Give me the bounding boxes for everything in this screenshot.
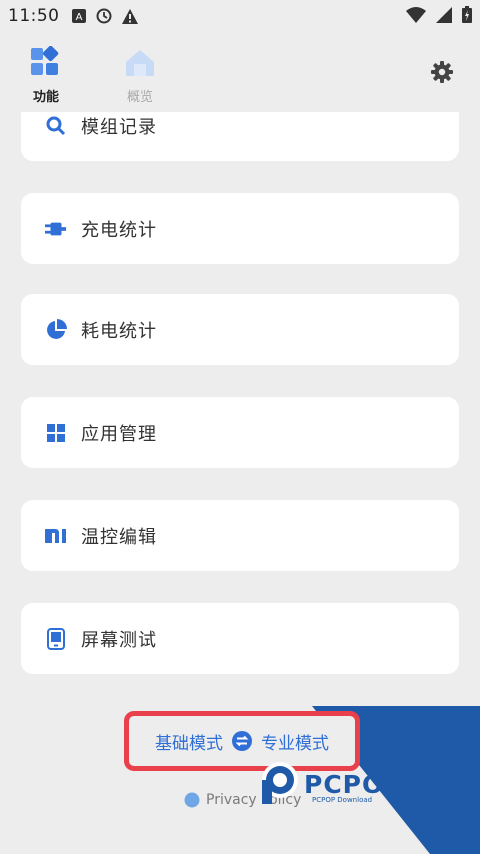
- charger-plug-icon: [45, 218, 67, 240]
- pro-mode-label: 专业模式: [261, 733, 329, 754]
- card-screen-test-label: 屏幕测试: [81, 629, 157, 651]
- card-consumption-stats[interactable]: 耗电统计: [21, 294, 459, 365]
- swap-icon: [232, 731, 252, 751]
- alert-icon: [122, 8, 138, 24]
- battery-icon: [462, 6, 472, 23]
- card-app-management-label: 应用管理: [81, 423, 157, 445]
- settings-gear-icon[interactable]: [430, 60, 454, 84]
- tab-features-label: 功能: [32, 90, 59, 105]
- top-navigation: 功能 概览: [0, 40, 480, 110]
- clock-icon: [96, 8, 112, 24]
- card-thermal-edit[interactable]: 温控编辑: [21, 500, 459, 571]
- features-grid-icon: [31, 45, 59, 75]
- status-bar: 11:50 A: [0, 0, 480, 34]
- tab-overview-label: 概览: [126, 90, 153, 105]
- watermark-p-icon: [262, 762, 298, 804]
- card-charge-stats[interactable]: 充电统计: [21, 193, 459, 264]
- card-screen-test[interactable]: 屏幕测试: [21, 603, 459, 674]
- card-consumption-stats-label: 耗电统计: [81, 320, 157, 342]
- card-record[interactable]: 模组记录: [21, 112, 459, 161]
- search-icon: [45, 115, 67, 137]
- pie-chart-icon: [45, 318, 67, 341]
- card-charge-stats-label: 充电统计: [81, 219, 157, 241]
- status-time: 11:50: [8, 6, 60, 26]
- watermark-logo: PCPOP下载 PCPOP Download: [258, 760, 456, 806]
- signal-icon: [436, 6, 452, 23]
- basic-mode-label: 基础模式: [155, 733, 223, 754]
- card-thermal-edit-label: 温控编辑: [81, 526, 157, 548]
- card-app-management[interactable]: 应用管理: [21, 397, 459, 468]
- globe-icon: [184, 792, 200, 808]
- watermark-sub: PCPOP Download: [312, 796, 373, 804]
- a-badge-icon: A: [72, 9, 86, 23]
- svg-text:A: A: [76, 12, 83, 23]
- phone-screen-icon: [45, 627, 67, 650]
- card-record-label: 模组记录: [81, 116, 157, 138]
- tab-overview[interactable]: 概览: [110, 46, 170, 105]
- overview-home-icon: [126, 50, 154, 76]
- app-grid-icon: [45, 422, 67, 444]
- tab-features[interactable]: 功能: [16, 45, 76, 105]
- wifi-icon: [406, 6, 426, 23]
- mi-logo-icon: [45, 525, 67, 547]
